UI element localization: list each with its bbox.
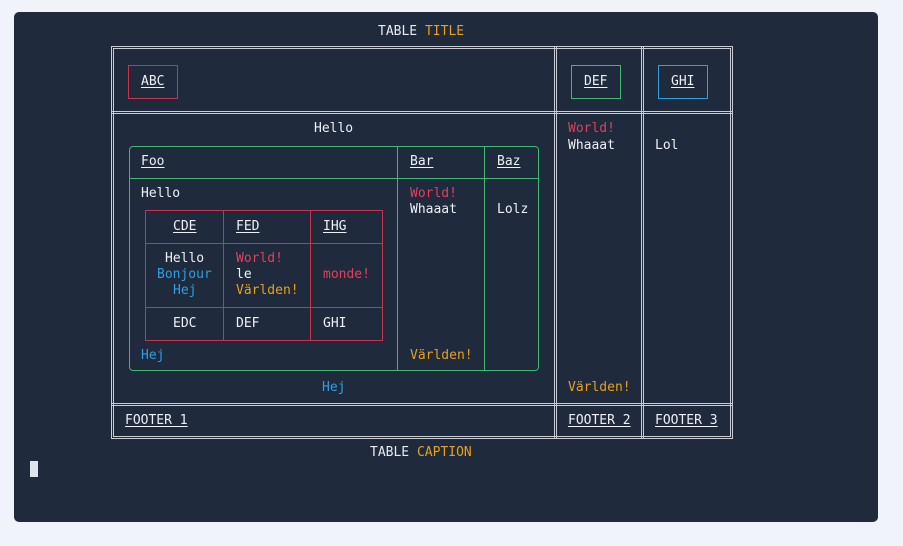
inner-header-fed: FED <box>236 219 260 234</box>
footer-3: FOOTER 3 <box>655 413 718 428</box>
inner-col-divider-1 <box>223 210 224 341</box>
middle-header-foo: Foo <box>141 154 165 169</box>
outer-lol: Lol <box>655 138 679 153</box>
inner-col-divider-2 <box>310 210 311 341</box>
middle-hej: Hej <box>141 348 165 363</box>
header-ghi: GHI <box>671 74 695 89</box>
inner-monde: monde! <box>323 267 370 282</box>
inner-header-ihg: IHG <box>323 219 347 234</box>
middle-col-divider-2 <box>484 146 485 371</box>
outer-footer-divider <box>111 403 733 406</box>
inner-hej: Hej <box>173 283 197 298</box>
outer-col-divider-1 <box>554 46 557 439</box>
outer-hello: Hello <box>314 121 354 136</box>
middle-baz-lolz: Lolz <box>497 202 529 217</box>
inner-divider-1 <box>145 243 383 244</box>
caption-highlight: CAPTION <box>416 445 472 460</box>
middle-bar-whaaat: Whaaat <box>410 202 457 217</box>
inner-varlden: Världen! <box>236 283 299 298</box>
outer-whaaat: Whaaat <box>568 138 615 153</box>
table-title: TABLE TITLE <box>378 24 464 40</box>
inner-hello: Hello <box>165 251 205 266</box>
inner-bonjour: Bonjour <box>157 267 212 282</box>
inner-divider-2 <box>145 307 383 308</box>
outer-varlden: Världen! <box>568 380 631 395</box>
header-abc-box: ABC <box>128 65 178 99</box>
table-caption: TABLE CAPTION <box>370 445 472 461</box>
title-highlight: TITLE <box>424 24 465 39</box>
middle-header-baz: Baz <box>497 154 521 169</box>
inner-ghi: GHI <box>323 316 347 331</box>
inner-edc: EDC <box>173 316 197 331</box>
inner-def: DEF <box>236 316 260 331</box>
title-word: TABLE <box>378 24 418 39</box>
outer-header-divider <box>111 111 733 114</box>
terminal-window: TABLE TITLE ABC DEF GHI Hello Hej World!… <box>14 12 878 522</box>
footer-2: FOOTER 2 <box>568 413 631 428</box>
footer-1: FOOTER 1 <box>125 413 188 428</box>
outer-world: World! <box>568 121 615 136</box>
header-def: DEF <box>584 74 608 89</box>
middle-bar-world: World! <box>410 186 457 201</box>
inner-world: World! <box>236 251 283 266</box>
terminal-cursor[interactable] <box>30 461 38 477</box>
outer-col-divider-2 <box>641 46 644 439</box>
header-def-box: DEF <box>571 65 621 99</box>
header-abc: ABC <box>141 74 165 89</box>
outer-hej: Hej <box>322 380 346 395</box>
middle-col-divider-1 <box>397 146 398 371</box>
inner-le: le <box>236 267 252 282</box>
middle-hello: Hello <box>141 186 181 201</box>
header-ghi-box: GHI <box>658 65 708 99</box>
middle-bar-varlden: Världen! <box>410 348 473 363</box>
caption-word: TABLE <box>370 445 410 460</box>
inner-header-cde: CDE <box>173 219 197 234</box>
middle-header-bar: Bar <box>410 154 434 169</box>
middle-header-divider <box>129 178 539 179</box>
